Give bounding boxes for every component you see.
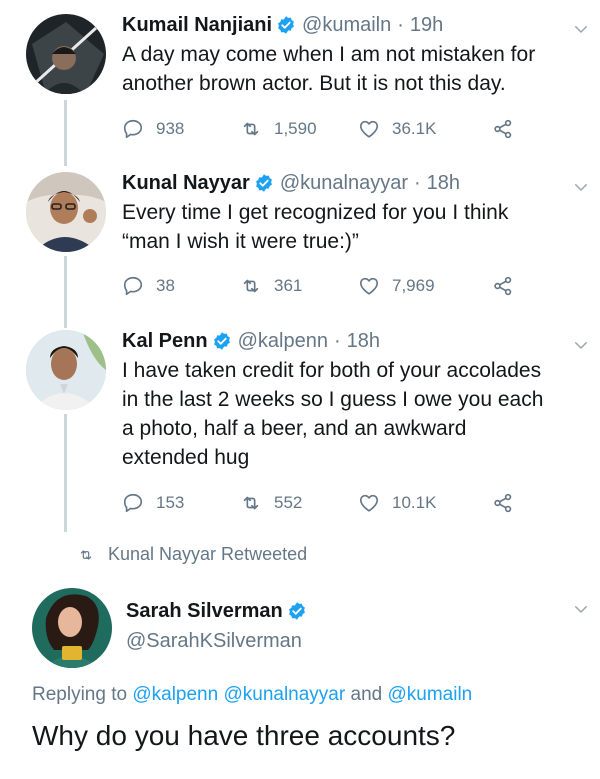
like-button[interactable]: 36.1K <box>358 118 492 140</box>
retweet-icon <box>240 275 262 297</box>
reply-button[interactable]: 153 <box>122 492 240 514</box>
retweet-icon <box>240 118 262 140</box>
chevron-down-icon[interactable] <box>572 178 590 196</box>
like-count: 36.1K <box>392 119 437 138</box>
and-word: and <box>350 684 383 705</box>
thread-line <box>64 256 67 328</box>
separator: · <box>397 14 404 36</box>
timestamp[interactable]: 18h <box>347 328 380 354</box>
reply-icon <box>122 275 144 297</box>
reply-button[interactable]: 38 <box>122 275 240 297</box>
verified-badge-icon <box>254 173 274 193</box>
author-handle[interactable]: @SarahKSilverman <box>126 628 302 654</box>
timestamp[interactable]: 19h <box>410 12 443 38</box>
like-count: 10.1K <box>392 493 437 512</box>
tweet-text-line: Every time I get recognized for you I th… <box>122 201 509 224</box>
chevron-down-icon[interactable] <box>572 20 590 38</box>
reply-count: 38 <box>156 276 175 295</box>
tweet-text-line: another brown actor. But it is not this … <box>122 72 506 95</box>
avatar[interactable] <box>32 588 112 668</box>
replying-prefix: Replying to <box>32 684 128 705</box>
like-button[interactable]: 10.1K <box>358 492 492 514</box>
avatar[interactable] <box>26 14 106 94</box>
mention-link[interactable]: @kunalnayyar <box>223 684 345 705</box>
author-handle[interactable]: @kunalnayyar <box>280 170 408 196</box>
share-button[interactable] <box>492 275 526 297</box>
author-name[interactable]: Kal Penn <box>122 328 208 354</box>
author-handle[interactable]: @kumailn <box>302 12 391 38</box>
replying-to: Replying to @kalpenn @kunalnayyar and @k… <box>32 684 472 706</box>
timestamp[interactable]: 18h <box>427 170 460 196</box>
tweet-text: Every time I get recognized for you I th… <box>122 198 580 256</box>
share-button[interactable] <box>492 118 526 140</box>
like-button[interactable]: 7,969 <box>358 275 492 297</box>
tweet-text-line: I have taken credit for both of your acc… <box>122 359 542 382</box>
reply-icon <box>122 492 144 514</box>
retweet-icon <box>76 547 96 563</box>
tweet-text: A day may come when I am not mistaken fo… <box>122 40 580 98</box>
like-icon <box>358 492 380 514</box>
retweet-banner-text: Kunal Nayyar Retweeted <box>108 544 308 564</box>
share-icon <box>492 118 514 140</box>
retweet-count: 361 <box>274 276 303 295</box>
retweet-button[interactable]: 361 <box>240 275 358 297</box>
tweet-text: I have taken credit for both of your acc… <box>122 356 580 472</box>
author-handle[interactable]: @kalpenn <box>238 328 328 354</box>
verified-badge-icon <box>276 15 296 35</box>
like-count: 7,969 <box>392 276 435 295</box>
reply-count: 153 <box>156 493 185 512</box>
retweet-button[interactable]: 552 <box>240 492 358 514</box>
focus-tweet-text: Why do you have three accounts? <box>32 720 456 751</box>
avatar[interactable] <box>26 330 106 410</box>
verified-badge-icon <box>212 331 232 351</box>
author-name[interactable]: Kumail Nanjiani <box>122 12 272 38</box>
reply-button[interactable]: 938 <box>122 118 240 140</box>
author-name[interactable]: Kunal Nayyar <box>122 170 250 196</box>
retweet-button[interactable]: 1,590 <box>240 118 358 140</box>
mention-link[interactable]: @kumailn <box>387 684 472 705</box>
tweet-text-line: in the last 2 weeks so I guess I owe you… <box>122 388 544 411</box>
author-name[interactable]: Sarah Silverman <box>126 598 283 624</box>
retweet-count: 552 <box>274 493 303 512</box>
separator: · <box>333 330 341 352</box>
chevron-down-icon[interactable] <box>572 336 590 354</box>
chevron-down-icon[interactable] <box>572 600 590 618</box>
thread-line <box>64 414 67 532</box>
retweet-icon <box>240 492 262 514</box>
reply-icon <box>122 118 144 140</box>
tweet-text-line: a photo, half a beer, and an awkward <box>122 417 467 440</box>
avatar[interactable] <box>26 172 106 252</box>
like-icon <box>358 118 380 140</box>
tweet-text-line: extended hug <box>122 446 250 469</box>
reply-count: 938 <box>156 119 185 138</box>
thread-line <box>64 100 67 166</box>
tweet-text-line: A day may come when I am not mistaken fo… <box>122 43 536 66</box>
retweet-banner[interactable]: Kunal Nayyar Retweeted <box>76 544 307 565</box>
separator: · <box>414 172 421 194</box>
share-icon <box>492 492 514 514</box>
tweet-text-line: “man I wish it were true:)” <box>122 230 359 253</box>
retweet-count: 1,590 <box>274 119 317 138</box>
share-button[interactable] <box>492 492 526 514</box>
mention-link[interactable]: @kalpenn <box>132 684 218 705</box>
verified-badge-icon <box>287 601 307 621</box>
like-icon <box>358 275 380 297</box>
share-icon <box>492 275 514 297</box>
